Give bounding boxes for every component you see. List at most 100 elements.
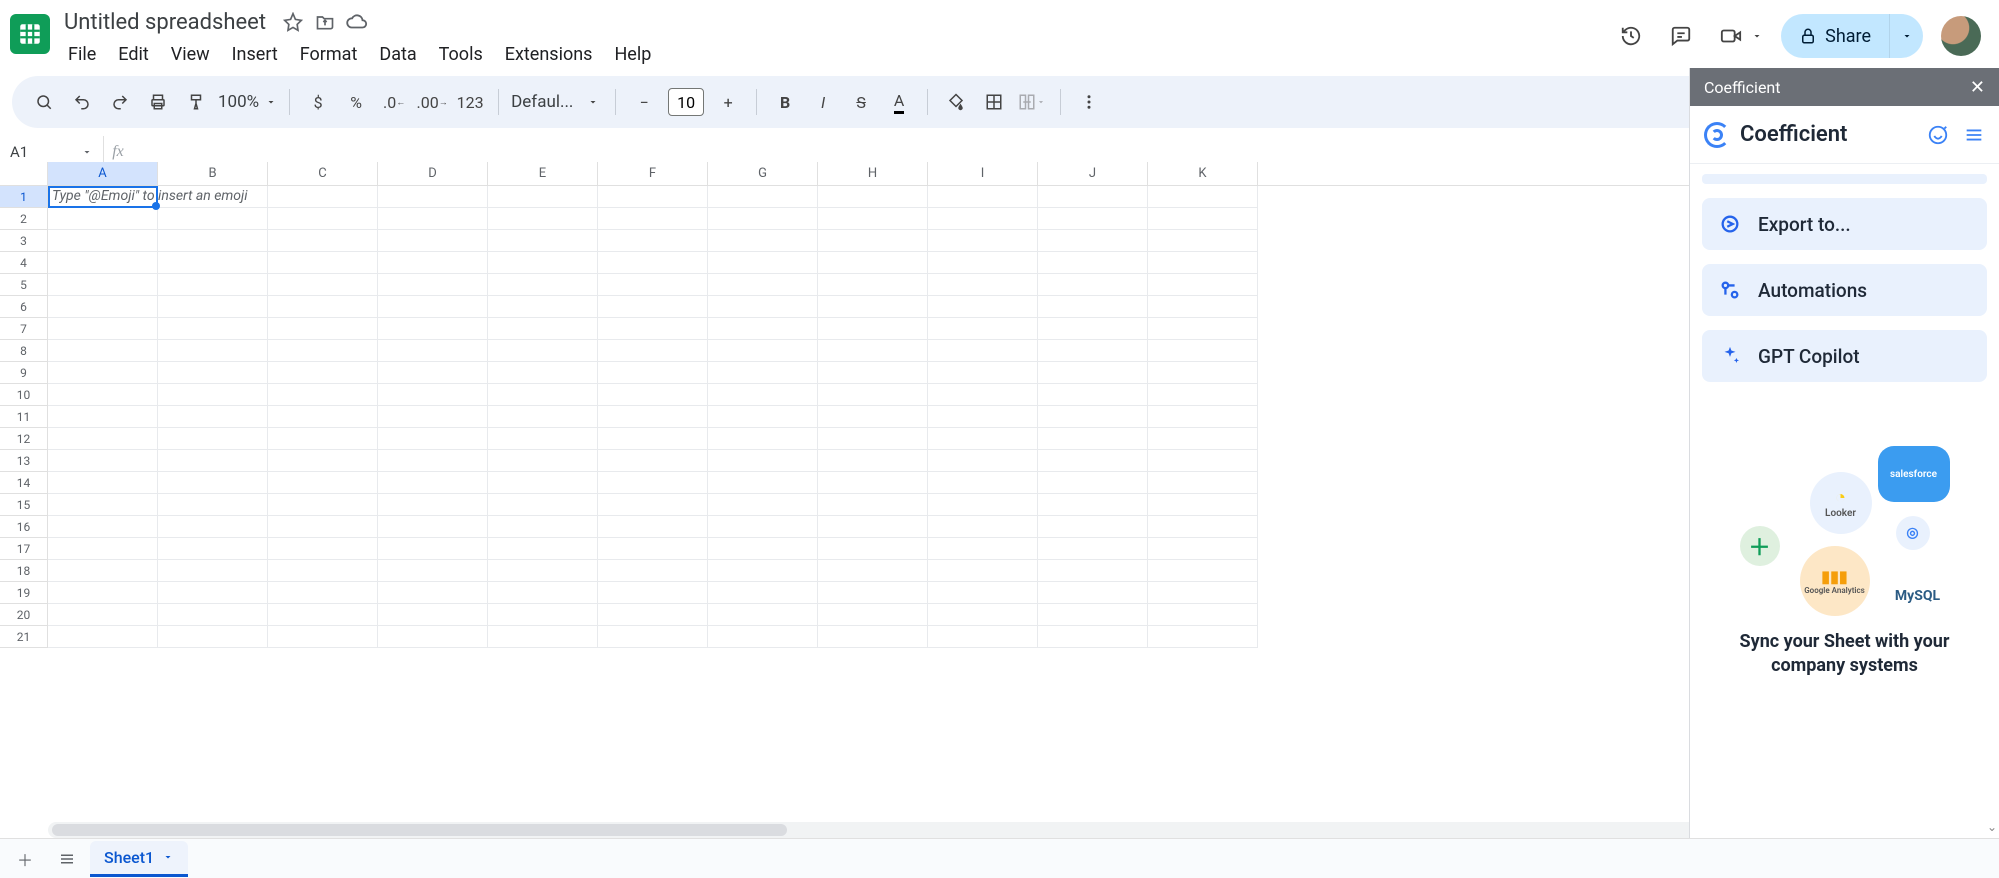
cell[interactable] bbox=[158, 604, 268, 626]
row-header[interactable]: 14 bbox=[0, 472, 48, 494]
cell[interactable] bbox=[818, 296, 928, 318]
cell[interactable] bbox=[818, 318, 928, 340]
row-header[interactable]: 20 bbox=[0, 604, 48, 626]
cell[interactable] bbox=[818, 230, 928, 252]
cell[interactable] bbox=[708, 560, 818, 582]
cell[interactable] bbox=[158, 384, 268, 406]
card-gpt-copilot[interactable]: GPT Copilot bbox=[1702, 330, 1987, 382]
cell[interactable] bbox=[378, 318, 488, 340]
column-header[interactable]: B bbox=[158, 162, 268, 185]
cell[interactable] bbox=[598, 538, 708, 560]
history-icon[interactable] bbox=[1615, 20, 1647, 52]
cell[interactable] bbox=[598, 208, 708, 230]
cell[interactable] bbox=[158, 516, 268, 538]
cell[interactable] bbox=[378, 472, 488, 494]
cell[interactable] bbox=[1148, 230, 1258, 252]
font-select[interactable]: Defaul... bbox=[511, 92, 603, 112]
caret-down-icon[interactable] bbox=[1751, 30, 1763, 42]
increase-font-icon[interactable]: + bbox=[712, 84, 744, 120]
cell[interactable] bbox=[1148, 626, 1258, 648]
cell[interactable] bbox=[158, 406, 268, 428]
document-title[interactable]: Untitled spreadsheet bbox=[58, 8, 272, 37]
share-dropdown[interactable] bbox=[1889, 14, 1923, 58]
cell[interactable] bbox=[708, 318, 818, 340]
cell[interactable] bbox=[928, 252, 1038, 274]
cell[interactable] bbox=[1148, 494, 1258, 516]
cell[interactable] bbox=[708, 626, 818, 648]
column-header[interactable]: A bbox=[48, 162, 158, 185]
chat-icon[interactable] bbox=[1927, 124, 1949, 146]
cell[interactable] bbox=[818, 516, 928, 538]
cell[interactable] bbox=[708, 208, 818, 230]
row-header[interactable]: 6 bbox=[0, 296, 48, 318]
cell[interactable] bbox=[48, 604, 158, 626]
cell[interactable] bbox=[1038, 472, 1148, 494]
cell[interactable] bbox=[158, 626, 268, 648]
cell[interactable] bbox=[158, 296, 268, 318]
cell[interactable] bbox=[1038, 516, 1148, 538]
cell[interactable] bbox=[378, 230, 488, 252]
cell[interactable] bbox=[158, 274, 268, 296]
cell[interactable] bbox=[1038, 208, 1148, 230]
cell[interactable] bbox=[1148, 428, 1258, 450]
cell[interactable] bbox=[48, 472, 158, 494]
cell[interactable] bbox=[818, 252, 928, 274]
cell[interactable] bbox=[268, 538, 378, 560]
cell[interactable] bbox=[1148, 604, 1258, 626]
cell[interactable] bbox=[1148, 186, 1258, 208]
account-avatar[interactable] bbox=[1941, 16, 1981, 56]
column-header[interactable]: I bbox=[928, 162, 1038, 185]
cell[interactable] bbox=[1148, 538, 1258, 560]
cell[interactable] bbox=[818, 626, 928, 648]
cell[interactable] bbox=[708, 362, 818, 384]
cell[interactable] bbox=[928, 582, 1038, 604]
cell[interactable] bbox=[268, 296, 378, 318]
cell[interactable] bbox=[268, 318, 378, 340]
cell[interactable] bbox=[1038, 318, 1148, 340]
cell[interactable] bbox=[708, 252, 818, 274]
cell[interactable] bbox=[48, 494, 158, 516]
cloud-status-icon[interactable] bbox=[346, 11, 368, 33]
decrease-decimal-icon[interactable]: .0← bbox=[378, 84, 410, 120]
cell[interactable] bbox=[928, 318, 1038, 340]
cell[interactable] bbox=[818, 538, 928, 560]
cell[interactable] bbox=[598, 252, 708, 274]
cell[interactable] bbox=[708, 450, 818, 472]
cell[interactable] bbox=[928, 230, 1038, 252]
cell[interactable] bbox=[488, 186, 598, 208]
cell[interactable] bbox=[1038, 296, 1148, 318]
column-header[interactable]: C bbox=[268, 162, 378, 185]
cell[interactable] bbox=[158, 186, 268, 208]
row-header[interactable]: 7 bbox=[0, 318, 48, 340]
cell[interactable] bbox=[488, 318, 598, 340]
cell[interactable] bbox=[158, 472, 268, 494]
cell[interactable] bbox=[268, 252, 378, 274]
cell[interactable] bbox=[488, 472, 598, 494]
cell[interactable] bbox=[158, 428, 268, 450]
print-icon[interactable] bbox=[142, 84, 174, 120]
cell[interactable] bbox=[268, 582, 378, 604]
cell[interactable] bbox=[1038, 340, 1148, 362]
row-header[interactable]: 13 bbox=[0, 450, 48, 472]
cell[interactable] bbox=[378, 516, 488, 538]
cell[interactable] bbox=[48, 516, 158, 538]
cell[interactable] bbox=[268, 626, 378, 648]
cell[interactable] bbox=[1038, 626, 1148, 648]
cell[interactable] bbox=[818, 406, 928, 428]
cell[interactable] bbox=[1038, 274, 1148, 296]
cell[interactable] bbox=[598, 362, 708, 384]
cell[interactable] bbox=[378, 494, 488, 516]
menu-format[interactable]: Format bbox=[290, 40, 368, 69]
text-color-icon[interactable]: A bbox=[883, 84, 915, 120]
cell[interactable] bbox=[928, 384, 1038, 406]
column-header[interactable]: J bbox=[1038, 162, 1148, 185]
column-header[interactable]: D bbox=[378, 162, 488, 185]
cell[interactable] bbox=[488, 516, 598, 538]
cell[interactable] bbox=[158, 582, 268, 604]
cell[interactable] bbox=[1038, 362, 1148, 384]
cell[interactable] bbox=[708, 472, 818, 494]
cell[interactable] bbox=[48, 186, 158, 208]
cell[interactable] bbox=[928, 362, 1038, 384]
cell[interactable] bbox=[488, 340, 598, 362]
cell[interactable] bbox=[1038, 604, 1148, 626]
